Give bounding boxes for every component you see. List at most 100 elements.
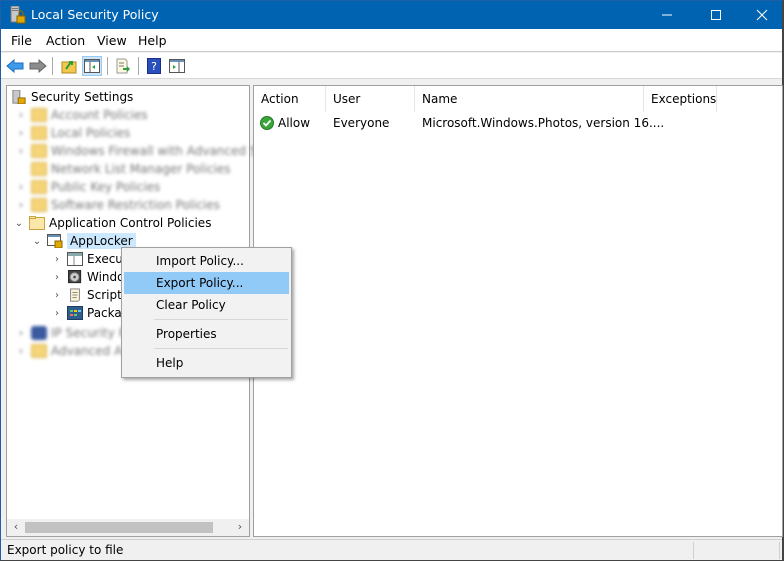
expand-chevron-icon[interactable]: › — [51, 308, 63, 319]
column-header-user[interactable]: User — [326, 86, 415, 112]
back-arrow-icon — [6, 59, 24, 73]
menu-item-export-policy[interactable]: Export Policy... — [124, 272, 289, 294]
tree-item-ip-security-policies[interactable]: › IP Security Po — [15, 324, 133, 342]
tree-item-advanced-audit-policy[interactable]: › Advanced Au — [15, 342, 130, 360]
packaged-app-rules-icon — [67, 306, 83, 320]
tree-item-packaged-app-rules[interactable]: › Packa — [51, 304, 122, 322]
export-list-button[interactable] — [113, 56, 133, 76]
tree-item-local-policies[interactable]: › Local Policies — [15, 124, 130, 142]
tree-label: Local Policies — [51, 126, 131, 140]
folder-icon — [31, 198, 47, 212]
back-button[interactable] — [5, 56, 25, 76]
tree-item-applocker[interactable]: ⌄ AppLocker — [31, 232, 136, 250]
folder-icon — [31, 162, 47, 176]
tree-label: Software Restriction Policies — [51, 198, 220, 212]
expand-icon[interactable]: › — [15, 146, 27, 157]
menu-file[interactable]: File — [11, 33, 32, 48]
executable-rules-icon — [67, 252, 83, 266]
menu-view[interactable]: View — [97, 33, 127, 48]
scroll-left-icon[interactable]: ‹ — [8, 520, 24, 533]
expand-icon[interactable]: › — [15, 200, 27, 211]
expand-chevron-icon[interactable]: › — [51, 272, 63, 283]
show-hide-action-pane-button[interactable] — [167, 56, 187, 76]
security-policy-app-icon — [10, 6, 26, 24]
menu-help[interactable]: Help — [138, 33, 167, 48]
tree-item-script-rules[interactable]: › Script — [51, 286, 122, 304]
expand-chevron-icon[interactable]: › — [51, 290, 63, 301]
up-one-level-button[interactable] — [59, 56, 79, 76]
menu-item-import-policy[interactable]: Import Policy... — [124, 250, 289, 272]
column-header-exceptions[interactable]: Exceptions — [644, 86, 717, 112]
window-title: Local Security Policy — [31, 7, 159, 22]
close-button[interactable] — [739, 1, 784, 29]
menu-separator — [154, 319, 288, 320]
tree-label: Script — [87, 288, 122, 302]
status-divider — [693, 542, 694, 559]
tree-item-application-control-policies[interactable]: ⌄ Application Control Policies — [13, 214, 211, 232]
maximize-button[interactable] — [693, 1, 739, 29]
status-divider — [779, 542, 780, 559]
forward-arrow-icon — [29, 59, 47, 73]
tree-item-executable-rules[interactable]: › Execut — [51, 250, 128, 268]
show-hide-tree-icon — [84, 59, 100, 73]
tree-label: Security Settings — [31, 90, 134, 104]
folder-icon — [31, 344, 47, 358]
folder-open-icon — [29, 216, 45, 230]
up-folder-icon — [61, 61, 77, 74]
tree-label: Windows Firewall with Advanced Sec — [51, 144, 272, 158]
toolbar-separator — [107, 57, 108, 75]
folder-icon — [31, 108, 47, 122]
status-bar: Export policy to file — [1, 539, 782, 560]
menu-action[interactable]: Action — [46, 33, 85, 48]
show-hide-console-tree-button[interactable] — [82, 56, 102, 76]
status-text: Export policy to file — [7, 543, 124, 557]
tree-item-public-key-policies[interactable]: › Public Key Policies — [15, 178, 160, 196]
toolbar-separator — [138, 57, 139, 75]
menu-item-clear-policy[interactable]: Clear Policy — [124, 294, 289, 316]
expand-icon[interactable]: › — [15, 110, 27, 121]
context-menu: Import Policy... Export Policy... Clear … — [121, 247, 292, 378]
folder-icon — [31, 180, 47, 194]
windows-installer-rules-icon — [68, 270, 82, 284]
tree-item-software-restriction[interactable]: › Software Restriction Policies — [15, 196, 220, 214]
tree-item-windows-installer-rules[interactable]: › Windo — [51, 268, 125, 286]
tree-label: Account Policies — [51, 108, 148, 122]
script-rules-icon — [70, 288, 80, 302]
ip-security-icon — [31, 326, 47, 340]
action-value: Allow — [278, 116, 311, 130]
results-list: Action User Name Exceptions Allow Everyo… — [253, 85, 783, 537]
folder-icon — [31, 144, 47, 158]
help-button[interactable]: ? — [144, 56, 164, 76]
expand-chevron-icon[interactable]: › — [51, 254, 63, 265]
scroll-right-icon[interactable]: › — [232, 520, 248, 533]
tree-item-windows-firewall[interactable]: › Windows Firewall with Advanced Sec — [15, 142, 271, 160]
forward-button[interactable] — [28, 56, 48, 76]
tree-label: Packa — [87, 306, 122, 320]
cell-name: Microsoft.Windows.Photos, version 16.... — [422, 116, 665, 130]
expand-icon[interactable]: › — [15, 346, 27, 357]
expand-icon[interactable]: › — [15, 182, 27, 193]
export-list-icon — [116, 58, 130, 74]
help-icon: ? — [147, 58, 161, 74]
expand-icon[interactable]: › — [15, 128, 27, 139]
column-header-name[interactable]: Name — [415, 86, 644, 112]
expand-icon[interactable]: › — [15, 328, 27, 339]
tree-label: Network List Manager Policies — [51, 162, 231, 176]
tree-item-security-settings[interactable]: Security Settings — [9, 88, 133, 106]
scrollbar-thumb[interactable] — [25, 522, 213, 533]
applocker-icon — [47, 234, 63, 248]
collapse-chevron-icon[interactable]: ⌄ — [13, 218, 25, 229]
column-header-action[interactable]: Action — [254, 86, 326, 112]
allow-check-icon — [260, 116, 274, 130]
minimize-icon — [662, 14, 672, 16]
menu-item-help[interactable]: Help — [124, 352, 289, 374]
collapse-chevron-icon[interactable]: ⌄ — [31, 236, 43, 247]
menu-item-properties[interactable]: Properties — [124, 323, 289, 345]
tree-label: Application Control Policies — [49, 216, 212, 230]
tree-item-network-list-manager[interactable]: Network List Manager Policies — [15, 160, 231, 178]
minimize-button[interactable] — [644, 1, 690, 29]
horizontal-scrollbar[interactable]: ‹ › — [7, 519, 249, 536]
tree-item-account-policies[interactable]: › Account Policies — [15, 106, 148, 124]
tree-label: Advanced Au — [51, 344, 130, 358]
show-hide-action-pane-icon — [169, 59, 185, 73]
